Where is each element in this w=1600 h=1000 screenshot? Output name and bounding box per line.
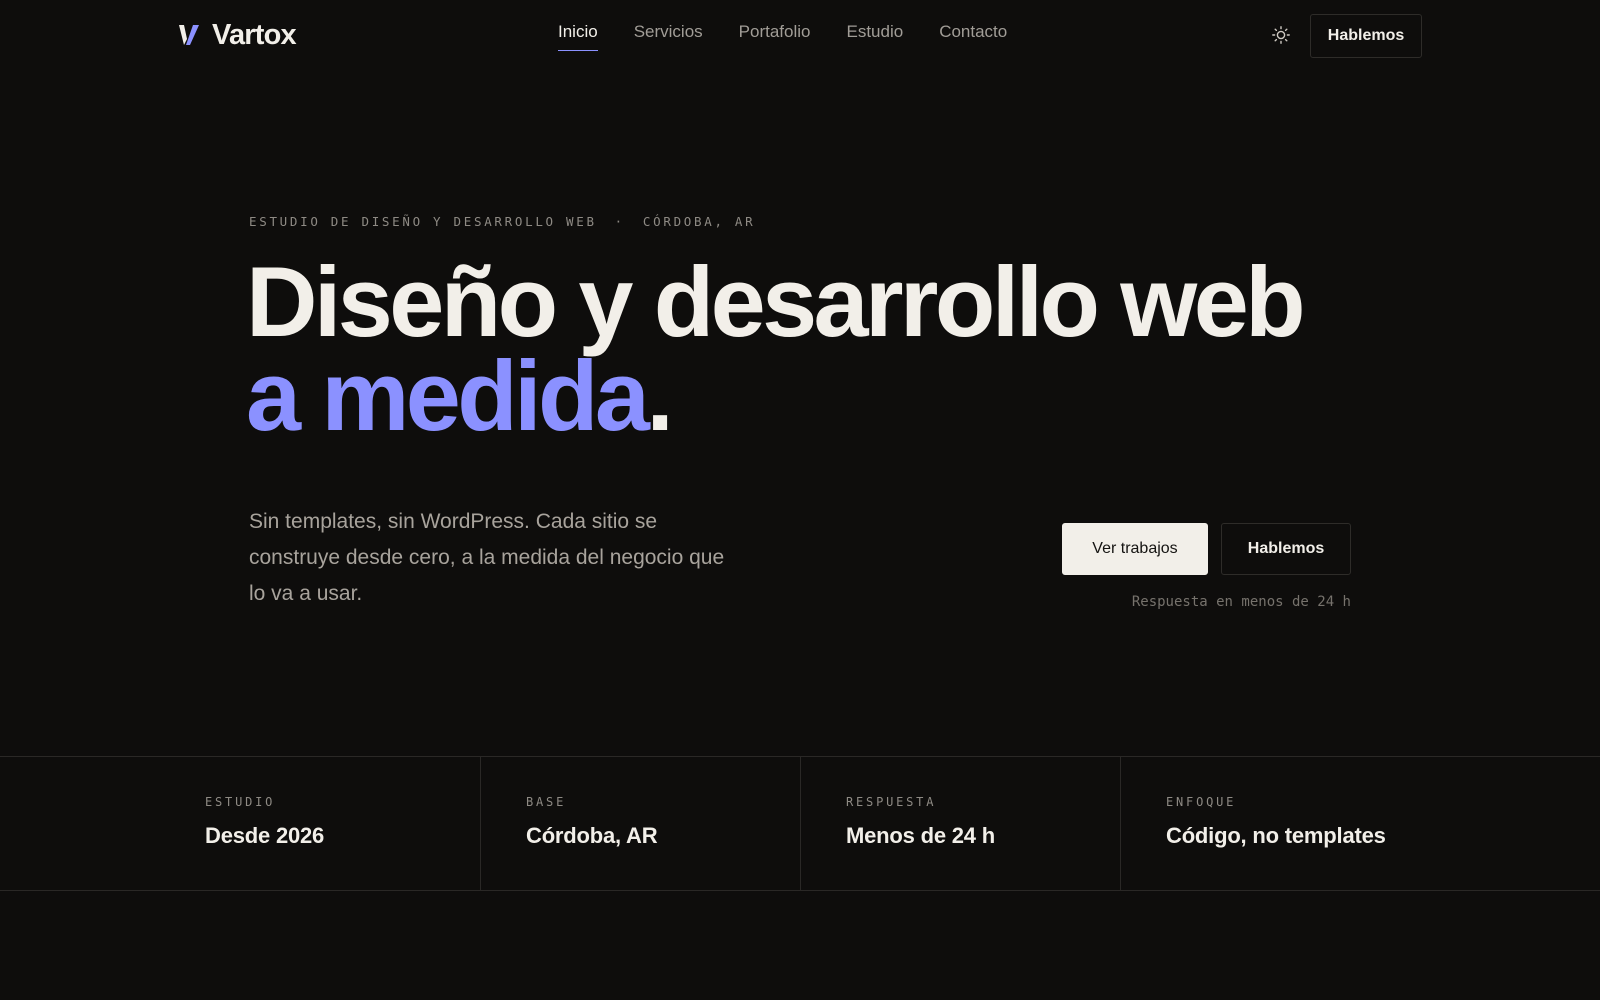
hero-eyebrow: ESTUDIO DE DISEÑO Y DESARROLLO WEB · CÓR… [249, 214, 755, 229]
brand-name: Vartox [212, 18, 297, 51]
stat-label: ENFOQUE [1166, 795, 1237, 809]
stat-respuesta: RESPUESTA Menos de 24 h [800, 757, 1120, 890]
nav-item-portafolio[interactable]: Portafolio [739, 22, 811, 51]
stat-value: Córdoba, AR [526, 823, 658, 848]
headline-accent: a medida [246, 340, 650, 451]
site-header: Vartox Inicio Servicios Portafolio Estud… [0, 0, 1600, 70]
stat-value: Desde 2026 [205, 823, 325, 848]
stat-label: BASE [526, 795, 567, 809]
stat-enfoque: ENFOQUE Código, no templates [1120, 757, 1600, 890]
sun-icon [1272, 26, 1290, 44]
ver-trabajos-button[interactable]: Ver trabajos [1062, 523, 1208, 575]
eyebrow-location: CÓRDOBA, AR [642, 214, 756, 229]
logo-link[interactable]: Vartox [178, 18, 297, 52]
headline-period: . [646, 340, 673, 451]
theme-toggle-button[interactable] [1270, 24, 1292, 46]
headline-line-2: a medida. [246, 346, 1446, 445]
hero-lead: Sin templates, sin WordPress. Cada sitio… [249, 510, 725, 605]
nav-item-estudio[interactable]: Estudio [846, 22, 903, 51]
nav-item-contacto[interactable]: Contacto [939, 22, 1007, 51]
logo-mark-icon [179, 25, 199, 45]
stat-estudio: ESTUDIO Desde 2026 [0, 757, 480, 890]
stat-base: BASE Córdoba, AR [480, 757, 800, 890]
response-note: Respuesta en menos de 24 h [1131, 594, 1351, 610]
page: Vartox Inicio Servicios Portafolio Estud… [0, 0, 1600, 1000]
nav-item-servicios[interactable]: Servicios [634, 22, 703, 51]
eyebrow-studio: ESTUDIO DE DISEÑO Y DESARROLLO WEB [249, 214, 597, 229]
header-hablemos-button[interactable]: Hablemos [1310, 14, 1422, 58]
stats-strip: ESTUDIO Desde 2026 BASE Córdoba, AR RESP… [0, 756, 1600, 891]
stat-label: ESTUDIO [205, 795, 276, 809]
main-nav: Inicio Servicios Portafolio Estudio Cont… [558, 22, 1007, 51]
headline-line-1: Diseño y desarrollo web [246, 246, 1306, 357]
stat-value: Código, no templates [1166, 823, 1386, 848]
eyebrow-separator: · [614, 214, 625, 229]
nav-item-inicio[interactable]: Inicio [558, 22, 598, 51]
hero-headline: Diseño y desarrollo web a medida. [246, 246, 1446, 445]
stat-label: RESPUESTA [846, 795, 937, 809]
hero-hablemos-button[interactable]: Hablemos [1221, 523, 1351, 575]
stat-value: Menos de 24 h [846, 823, 995, 848]
